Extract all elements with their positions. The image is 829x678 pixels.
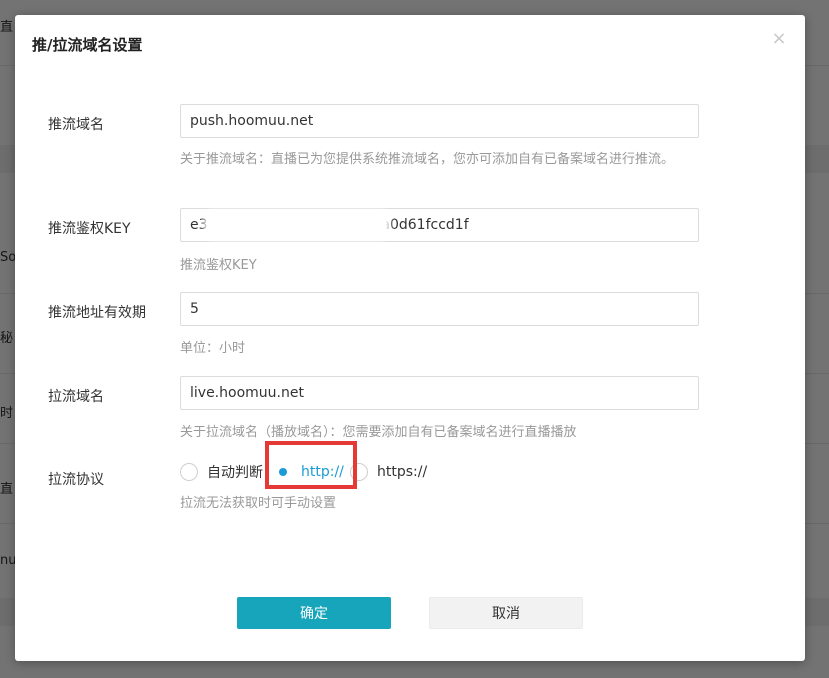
confirm-button[interactable]: 确定 — [237, 597, 391, 629]
annotation-highlight-box — [265, 441, 357, 489]
cancel-button[interactable]: 取消 — [429, 597, 583, 629]
push-expiry-label: 推流地址有效期 — [48, 305, 146, 321]
close-icon[interactable]: × — [771, 30, 787, 48]
push-domain-input[interactable] — [180, 104, 699, 138]
push-domain-label: 推流域名 — [48, 117, 104, 133]
pull-protocol-hint: 拉流无法获取时可手动设置 — [180, 496, 337, 511]
redaction-blur — [208, 214, 386, 236]
push-expiry-input[interactable] — [180, 292, 699, 326]
pull-protocol-label: 拉流协议 — [48, 472, 104, 488]
radio-https[interactable]: https:// — [350, 461, 427, 483]
dialog-title: 推/拉流域名设置 — [32, 36, 143, 54]
pull-domain-hint: 关于拉流域名（播放域名）：您需要添加自有已备案域名进行直播播放 — [180, 425, 577, 440]
push-key-hint: 推流鉴权KEY — [180, 258, 257, 273]
pull-domain-input[interactable] — [180, 376, 699, 410]
radio-auto[interactable]: 自动判断 — [180, 461, 263, 483]
push-domain-hint: 关于推流域名：直播已为您提供系统推流域名，您亦可添加自有已备案域名进行推流。 — [180, 152, 675, 167]
push-key-label: 推流鉴权KEY — [48, 221, 131, 237]
radio-https-label: https:// — [377, 464, 428, 480]
radio-circle[interactable] — [180, 463, 198, 481]
domain-settings-dialog: 推/拉流域名设置 × 推流域名 关于推流域名：直播已为您提供系统推流域名，您亦可… — [15, 15, 805, 661]
pull-domain-label: 拉流域名 — [48, 389, 104, 405]
push-expiry-hint: 单位：小时 — [180, 341, 246, 356]
radio-auto-label: 自动判断 — [207, 465, 263, 481]
